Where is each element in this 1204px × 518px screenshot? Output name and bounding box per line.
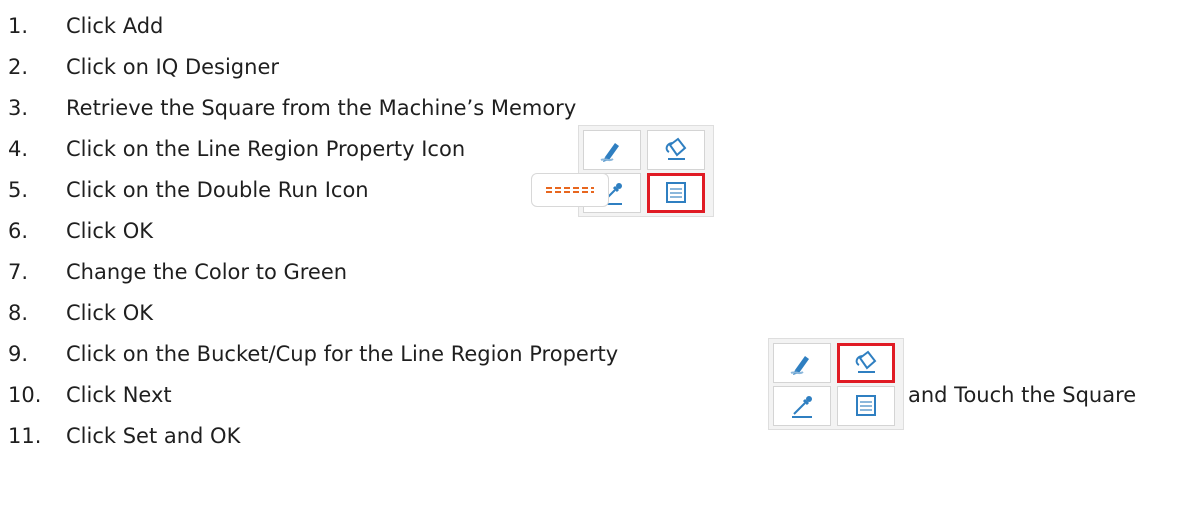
- step-text: Change the Color to Green: [66, 260, 348, 284]
- line-region-property-icon[interactable]: [647, 173, 705, 213]
- step-number: 5.: [8, 178, 29, 202]
- step-number: 11.: [8, 424, 42, 448]
- step-number: 9.: [8, 342, 29, 366]
- eyedropper-icon[interactable]: [773, 386, 831, 426]
- step-3: 3. Retrieve the Square from the Machine’…: [8, 89, 576, 127]
- step-number: 6.: [8, 219, 29, 243]
- step-8: 8. Click OK: [8, 294, 153, 332]
- step-number: 7.: [8, 260, 29, 284]
- step-text: Retrieve the Square from the Machine’s M…: [66, 96, 577, 120]
- pen-icon[interactable]: [583, 130, 641, 170]
- pen-icon: [790, 356, 809, 375]
- step-11: 11. Click Set and OK: [8, 417, 240, 455]
- step-text: Click on IQ Designer: [66, 55, 280, 79]
- step-text: Click on the Line Region Property Icon: [66, 137, 466, 161]
- step-text: Click Set and OK: [66, 424, 241, 448]
- step-10: 10. Click Next: [8, 376, 172, 414]
- step-number: 10.: [8, 383, 42, 407]
- step-6: 6. Click OK: [8, 212, 153, 250]
- step-5: 5. Click on the Double Run Icon: [8, 171, 369, 209]
- step-text: Click on the Double Run Icon: [66, 178, 369, 202]
- step-text: Click Next: [66, 383, 172, 407]
- step-number: 3.: [8, 96, 29, 120]
- step-number: 2.: [8, 55, 29, 79]
- step-9-suffix: and Touch the Square: [908, 383, 1137, 407]
- step-number: 1.: [8, 14, 29, 38]
- step-text: Click OK: [66, 301, 154, 325]
- step-number: 4.: [8, 137, 29, 161]
- double-run-icon[interactable]: [531, 173, 609, 207]
- step-text: Click on the Bucket/Cup for the Line Reg…: [66, 342, 619, 366]
- line-region-property-icon: [856, 395, 876, 416]
- pen-icon[interactable]: [773, 343, 831, 383]
- step-1: 1. Click Add: [8, 7, 163, 45]
- line-region-property-icon[interactable]: [837, 386, 895, 426]
- step-text: Click OK: [66, 219, 154, 243]
- double-run-icon: [546, 187, 594, 193]
- bucket-icon: [855, 350, 877, 373]
- step-text: Click Add: [66, 14, 164, 38]
- bucket-icon: [665, 137, 687, 160]
- eyedropper-icon: [792, 396, 812, 418]
- instruction-list: 1. Click Add 2. Click on IQ Designer 3. …: [0, 0, 1204, 518]
- bucket-icon[interactable]: [837, 343, 895, 383]
- step-2: 2. Click on IQ Designer: [8, 48, 279, 86]
- step-4: 4. Click on the Line Region Property Ico…: [8, 130, 465, 168]
- step-number: 8.: [8, 301, 29, 325]
- step-9: 9. Click on the Bucket/Cup for the Line …: [8, 335, 618, 373]
- line-region-property-icon: [666, 182, 686, 203]
- line-region-property-toolbar: [768, 338, 904, 430]
- pen-icon: [600, 143, 619, 162]
- bucket-icon[interactable]: [647, 130, 705, 170]
- step-7: 7. Change the Color to Green: [8, 253, 347, 291]
